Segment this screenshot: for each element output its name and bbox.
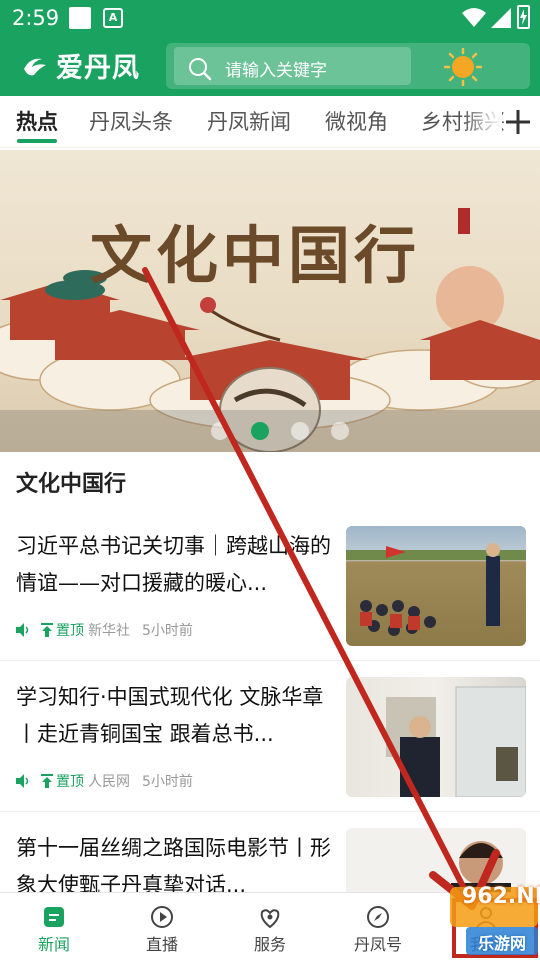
- banner-title: 文化中国行: [90, 219, 421, 292]
- news-thumbnail[interactable]: [346, 526, 526, 646]
- news-title[interactable]: 学习知行·中国式现代化 文脉华章丨走近青铜国宝 跟着总书...: [16, 679, 334, 753]
- news-title[interactable]: 习近平总书记关切事｜跨越山海的情谊——对口援藏的暖心...: [16, 528, 334, 602]
- speaker-icon[interactable]: [16, 774, 32, 788]
- logo-icon: [24, 58, 46, 75]
- nav-label: 新闻: [37, 935, 70, 954]
- pinned-label: 置顶: [56, 623, 84, 639]
- pin-top-icon: [41, 774, 53, 788]
- news-thumbnail-image: [346, 543, 526, 636]
- tab-hot[interactable]: 热点: [16, 106, 58, 136]
- nav-news[interactable]: 新闻: [14, 893, 94, 960]
- search-icon: [189, 58, 212, 81]
- tab-danfeng-news[interactable]: 丹凤新闻: [207, 106, 291, 136]
- pinned-label: 置顶: [56, 774, 84, 790]
- pin-top-icon: [41, 623, 53, 637]
- tab-micro-view[interactable]: 微视角: [325, 106, 388, 136]
- wifi-icon: [462, 8, 486, 27]
- speaker-icon[interactable]: [16, 623, 32, 637]
- search-placeholder: 请输入关键字: [225, 61, 327, 81]
- notification-icon: [69, 7, 91, 29]
- app-logo[interactable]: 爱丹凤: [20, 46, 140, 85]
- watermark-text: 962.NET: [462, 884, 540, 909]
- news-meta: 置顶 人民网 5小时前: [16, 771, 193, 791]
- compass-icon: [367, 906, 389, 928]
- news-meta: 置顶 新华社 5小时前: [16, 620, 193, 640]
- nav-label: 服务: [253, 935, 286, 954]
- news-item[interactable]: 第十一届丝绸之路国际电影节丨形象大使甄子丹真挚对话...: [0, 812, 540, 892]
- news-title[interactable]: 第十一届丝绸之路国际电影节丨形象大使甄子丹真挚对话...: [16, 830, 334, 892]
- weather-sun-icon[interactable]: [444, 48, 482, 86]
- app-header: 爱丹凤 请输入关键字: [0, 38, 540, 96]
- nav-live[interactable]: 直播: [122, 893, 202, 960]
- news-time: 5小时前: [142, 774, 193, 790]
- nav-label: 直播: [145, 935, 178, 954]
- active-tab-indicator: [17, 139, 57, 143]
- tabs-fade: [462, 96, 502, 146]
- play-icon: [151, 906, 173, 928]
- carousel-dot-active[interactable]: [251, 422, 269, 440]
- status-time: 2:59: [12, 6, 60, 30]
- category-tabs: 热点 丹凤头条 丹凤新闻 微视角 乡村振兴: [0, 96, 540, 148]
- section-title: 文化中国行: [16, 472, 127, 497]
- app-name: 爱丹凤: [56, 53, 140, 84]
- service-icon: [260, 909, 280, 929]
- news-source: 新华社: [88, 623, 130, 639]
- watermark-subtext: 乐游网: [478, 934, 527, 953]
- app-screen: 2:59 A 爱丹凤 请输入关键字 热点 丹凤头条 丹凤新闻 微视角 文化中国行…: [0, 0, 540, 960]
- news-source: 人民网: [88, 774, 130, 790]
- news-thumbnail-image: [386, 686, 526, 797]
- carousel-dot[interactable]: [291, 422, 309, 440]
- news-icon: [44, 907, 64, 927]
- news-item[interactable]: 习近平总书记关切事｜跨越山海的情谊——对口援藏的暖心... 置顶 新华社 5小时…: [0, 510, 540, 660]
- banner-illustration: [0, 208, 540, 452]
- signal-icon: [491, 8, 511, 28]
- news-item[interactable]: 学习知行·中国式现代化 文脉华章丨走近青铜国宝 跟着总书... 置顶 人民网 5…: [0, 661, 540, 811]
- banner-carousel[interactable]: 文化中国行: [0, 150, 540, 452]
- pinned-badge: 置顶: [40, 620, 84, 640]
- account-badge-icon: A: [103, 8, 123, 28]
- carousel-dot[interactable]: [211, 422, 229, 440]
- tab-danfeng-headlines[interactable]: 丹凤头条: [89, 106, 173, 136]
- status-bar: 2:59 A: [0, 0, 540, 38]
- battery-icon: [517, 5, 530, 29]
- news-thumbnail[interactable]: [346, 677, 526, 797]
- pinned-badge: 置顶: [40, 771, 84, 791]
- add-channel-button[interactable]: [502, 106, 534, 138]
- news-time: 5小时前: [142, 623, 193, 639]
- carousel-dot[interactable]: [331, 422, 349, 440]
- carousel-indicator: [0, 410, 540, 452]
- nav-services[interactable]: 服务: [230, 893, 310, 960]
